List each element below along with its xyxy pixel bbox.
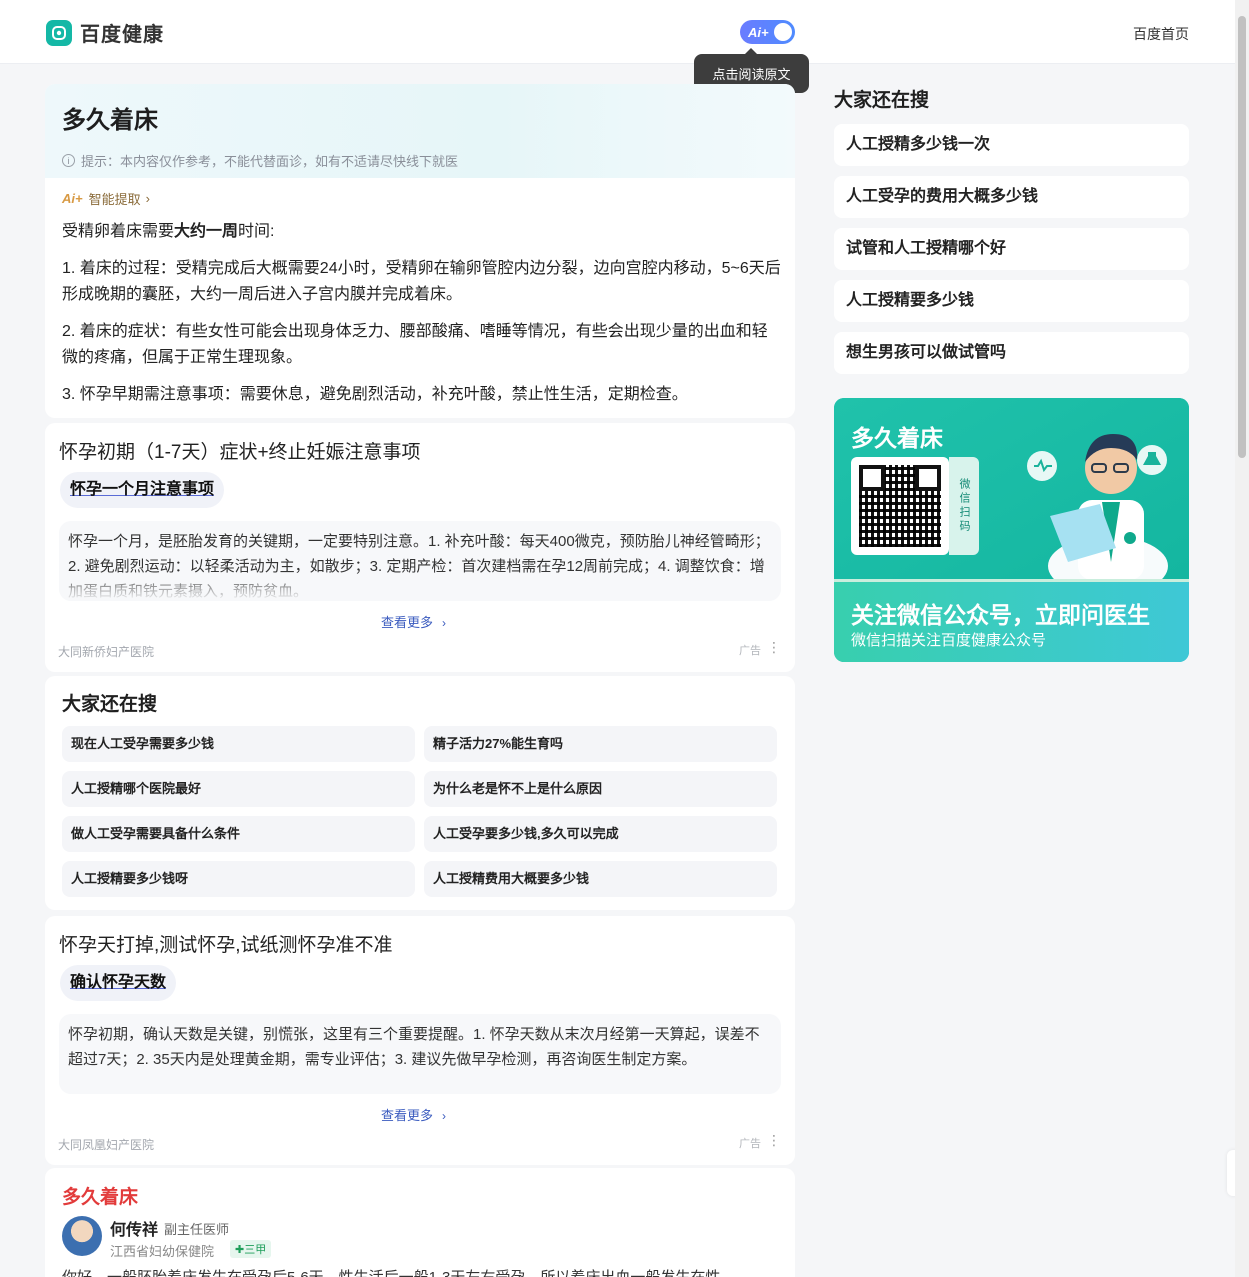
ai-read-toggle[interactable]: Ai+ bbox=[740, 20, 795, 44]
logo[interactable]: 百度健康 bbox=[46, 18, 164, 47]
disclaimer: i 提示：本内容仅作参考，不能代替面诊，如有不适请尽快线下就医 bbox=[62, 151, 458, 170]
ad-source[interactable]: 大同凤凰妇产医院 bbox=[58, 1136, 154, 1153]
see-more-link[interactable]: 查看更多 › bbox=[381, 612, 446, 631]
ai-toggle-label: Ai+ bbox=[748, 24, 769, 40]
doctor-answer-title[interactable]: 多久着床 bbox=[62, 1182, 138, 1209]
intro-highlight: 大约一周 bbox=[174, 223, 239, 240]
chevron-right-icon: › bbox=[145, 191, 150, 206]
ad-card[interactable]: 怀孕天打掉,测试怀孕,试纸测怀孕准不准 确认怀孕天数 怀孕初期，确认天数是关键，… bbox=[45, 916, 795, 1165]
hospital-grade-label: 三甲 bbox=[244, 1244, 267, 1256]
related-searches-title: 大家还在搜 bbox=[62, 694, 158, 715]
disclaimer-text: 提示：本内容仅作参考，不能代替面诊，如有不适请尽快线下就医 bbox=[81, 154, 459, 169]
ad-chip[interactable]: 怀孕一个月注意事项 bbox=[60, 472, 225, 508]
page-scrollbar[interactable] bbox=[1235, 0, 1249, 1277]
qr-scan-hint: 微信扫码 bbox=[949, 457, 979, 555]
ai-extract-label: 智能提取 bbox=[88, 192, 141, 207]
related-search-item[interactable]: 为什么老是怀不上是什么原因 bbox=[424, 771, 777, 807]
ad-label: 广告 bbox=[739, 1138, 761, 1150]
see-more-label: 查看更多 bbox=[381, 1108, 434, 1123]
hospital-grade-badge: ✚三甲 bbox=[230, 1240, 272, 1258]
ad-title[interactable]: 怀孕初期（1-7天）症状+终止妊娠注意事项 bbox=[59, 437, 421, 464]
more-options-icon[interactable]: ⋮ bbox=[767, 1132, 781, 1149]
related-search-item[interactable]: 做人工受孕需要具备什么条件 bbox=[62, 816, 415, 852]
qr-slogan: 关注微信公众号，立即问医生 bbox=[851, 602, 1150, 628]
qr-card-bottom: 关注微信公众号，立即问医生 微信扫描关注百度健康公众号 bbox=[834, 579, 1189, 662]
shield-icon: ✚ bbox=[235, 1244, 245, 1256]
related-search-item[interactable]: 人工授精要多少钱呀 bbox=[62, 861, 415, 897]
related-search-item[interactable]: 人工授精费用大概要多少钱 bbox=[424, 861, 777, 897]
related-searches-card: 大家还在搜 现在人工受孕需要多少钱 精子活力27%能生育吗 人工授精哪个医院最好… bbox=[45, 676, 795, 910]
doctor-answer-text: 你好，一般胚胎着床发生在受孕后5-6天，性生活后一般1-3天左右受孕，所以着床出… bbox=[62, 1266, 778, 1277]
sidebar-search-item[interactable]: 试管和人工授精哪个好 bbox=[834, 228, 1189, 270]
ad-chip[interactable]: 确认怀孕天数 bbox=[60, 965, 177, 1001]
sidebar-search-item[interactable]: 人工授精多少钱一次 bbox=[834, 124, 1189, 166]
chevron-right-icon: › bbox=[442, 616, 447, 630]
info-icon: i bbox=[62, 154, 75, 167]
doctor-answer-card[interactable]: 多久着床 何传祥 副主任医师 江西省妇幼保健院 ✚三甲 你好，一般胚胎着床发生在… bbox=[45, 1168, 795, 1277]
qr-code bbox=[851, 457, 949, 555]
logo-text: 百度健康 bbox=[80, 24, 164, 46]
related-search-item[interactable]: 精子活力27%能生育吗 bbox=[424, 726, 777, 762]
qr-subtitle: 微信扫描关注百度健康公众号 bbox=[851, 632, 1047, 649]
doctor-name[interactable]: 何传祥 bbox=[110, 1216, 158, 1240]
more-options-icon[interactable]: ⋮ bbox=[767, 639, 781, 656]
doctor-rank: 副主任医师 bbox=[164, 1222, 230, 1237]
scrollbar-thumb[interactable] bbox=[1238, 16, 1246, 458]
qr-code-pattern bbox=[859, 465, 941, 547]
intro-text-end: 时间: bbox=[238, 223, 275, 240]
chevron-right-icon: › bbox=[442, 1109, 447, 1123]
sidebar-title: 大家还在搜 bbox=[834, 90, 930, 111]
doctor-hospital: 江西省妇幼保健院 bbox=[110, 1244, 215, 1259]
ai-icon: Ai+ bbox=[62, 191, 83, 206]
ad-card[interactable]: 怀孕初期（1-7天）症状+终止妊娠注意事项 怀孕一个月注意事项 怀孕一个月，是胚… bbox=[45, 423, 795, 672]
ad-label: 广告 bbox=[739, 645, 761, 657]
page-title: 多久着床 bbox=[62, 107, 158, 134]
toggle-knob bbox=[774, 23, 792, 41]
intro-text: 受精卵着床需要 bbox=[62, 223, 175, 240]
ad-title[interactable]: 怀孕天打掉,测试怀孕,试纸测怀孕准不准 bbox=[59, 930, 393, 957]
ai-extract-link[interactable]: Ai+ 智能提取 › bbox=[62, 189, 150, 208]
related-search-item[interactable]: 人工授精哪个医院最好 bbox=[62, 771, 415, 807]
ad-description: 怀孕初期，确认天数是关键，别慌张，这里有三个重要提醒。1. 怀孕天数从末次月经第… bbox=[59, 1014, 781, 1094]
answer-point: 2. 着床的症状：有些女性可能会出现身体乏力、腰部酸痛、嗜睡等情况，有些会出现少… bbox=[62, 323, 768, 366]
qr-card-title: 多久着床 bbox=[851, 425, 943, 451]
baidu-home-link[interactable]: 百度首页 bbox=[1133, 24, 1189, 44]
doctor-avatar[interactable] bbox=[62, 1216, 102, 1256]
see-more-label: 查看更多 bbox=[381, 615, 434, 630]
answer-body: 受精卵着床需要大约一周时间: 1. 着床的过程：受精完成后大概需要24小时，受精… bbox=[62, 219, 782, 418]
answer-point: 3. 怀孕早期需注意事项：需要休息，避免剧烈活动，补充叶酸，禁止性生活，定期检查… bbox=[62, 386, 688, 403]
related-search-item[interactable]: 人工受孕要多少钱,多久可以完成 bbox=[424, 816, 777, 852]
ad-source[interactable]: 大同新侨妇产医院 bbox=[58, 643, 154, 660]
logo-icon bbox=[46, 19, 72, 46]
doctor-illustration bbox=[1027, 434, 1168, 579]
sidebar-search-item[interactable]: 人工受孕的费用大概多少钱 bbox=[834, 176, 1189, 218]
answer-point: 1. 着床的过程：受精完成后大概需要24小时，受精卵在输卵管腔内边分裂，边向宫腔… bbox=[62, 260, 781, 303]
ad-description: 怀孕一个月，是胚胎发育的关键期，一定要特别注意。1. 补充叶酸：每天400微克，… bbox=[59, 521, 781, 601]
sidebar-search-item[interactable]: 人工授精要多少钱 bbox=[834, 280, 1189, 322]
top-bar: 百度健康 Ai+ 百度首页 bbox=[0, 0, 1235, 64]
answer-intro: 受精卵着床需要大约一周时间: bbox=[62, 219, 782, 245]
sidebar-search-item[interactable]: 想生男孩可以做试管吗 bbox=[834, 332, 1189, 374]
see-more-link[interactable]: 查看更多 › bbox=[381, 1105, 446, 1124]
wechat-qr-card[interactable]: 多久着床 微信扫码 关注微信公众号，立即问医生 微信扫描关注百度健康公众号 bbox=[834, 398, 1189, 662]
answer-card: 多久着床 i 提示：本内容仅作参考，不能代替面诊，如有不适请尽快线下就医 Ai+… bbox=[45, 84, 795, 418]
related-search-item[interactable]: 现在人工受孕需要多少钱 bbox=[62, 726, 415, 762]
